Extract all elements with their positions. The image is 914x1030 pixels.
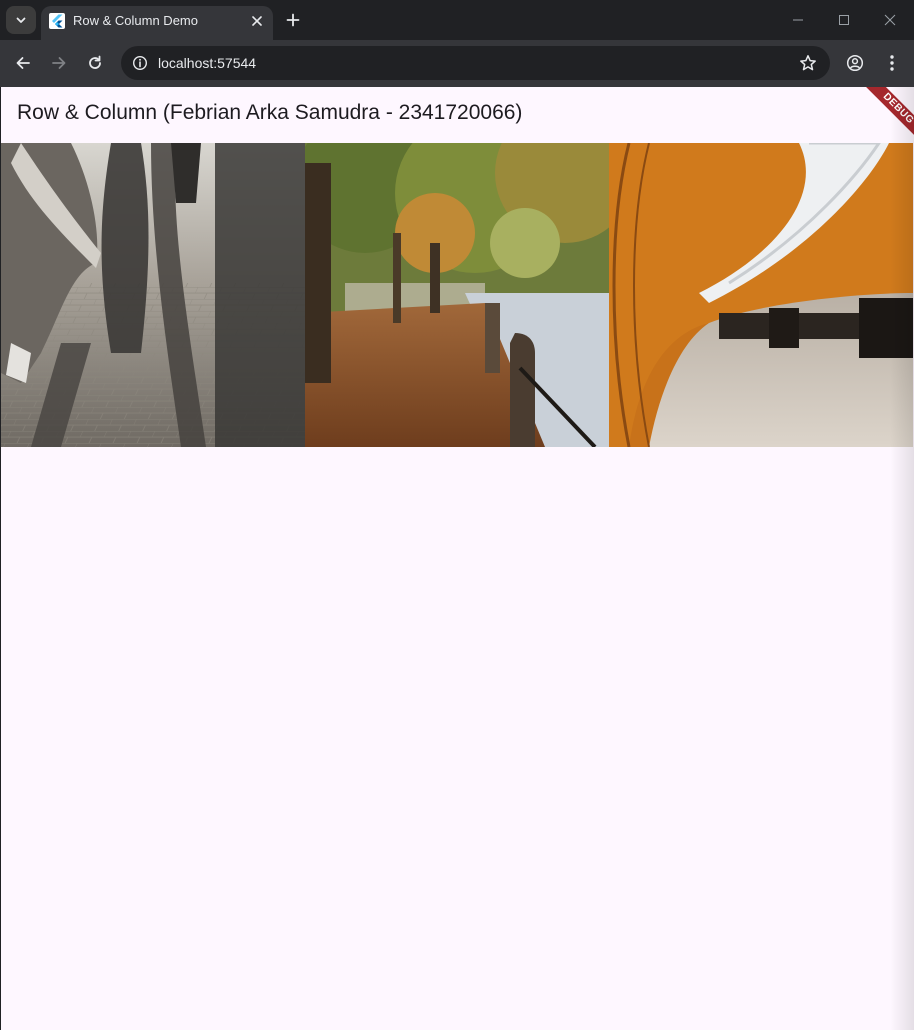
forward-button[interactable]: [45, 49, 73, 77]
tab-search-button[interactable]: [6, 6, 36, 34]
tab-close-button[interactable]: [247, 11, 267, 31]
tab-strip: Row & Column Demo: [0, 0, 914, 40]
profile-button[interactable]: [841, 49, 869, 77]
viewport-edge-shadow: [890, 87, 914, 1030]
tab-title: Row & Column Demo: [73, 13, 198, 28]
plus-icon: [286, 13, 300, 27]
site-info-button[interactable]: [129, 52, 151, 74]
browser-toolbar: localhost:57544: [0, 40, 914, 87]
reload-icon: [89, 55, 101, 69]
arrow-left-icon: [16, 57, 30, 69]
kebab-menu-icon: [890, 55, 894, 71]
flutter-icon: [49, 13, 65, 29]
maximize-button[interactable]: [824, 4, 864, 36]
close-icon: [252, 16, 262, 26]
photo-sidewalk-shadows: [1, 143, 305, 447]
arrow-right-icon: [52, 57, 66, 69]
chevron-down-icon: [16, 17, 26, 23]
photo-subway-station: [609, 143, 913, 447]
star-icon: [800, 55, 816, 71]
photo-autumn-riverside: [305, 143, 609, 447]
bookmark-button[interactable]: [798, 53, 818, 73]
menu-button[interactable]: [878, 49, 906, 77]
tab-active[interactable]: Row & Column Demo: [41, 6, 273, 40]
new-tab-button[interactable]: [281, 8, 305, 32]
image-row: [1, 143, 914, 447]
reload-button[interactable]: [81, 49, 109, 77]
maximize-icon: [839, 15, 849, 25]
info-icon: [132, 55, 148, 71]
close-icon: [884, 14, 896, 26]
address-url: localhost:57544: [158, 55, 257, 71]
app-viewport: Row & Column (Febrian Arka Samudra - 234…: [1, 87, 914, 1030]
browser-window: Row & Column Demo localhost:57544 Row & …: [0, 0, 914, 1030]
close-window-button[interactable]: [870, 4, 910, 36]
back-button[interactable]: [9, 49, 37, 77]
page-title: Row & Column (Febrian Arka Samudra - 234…: [17, 101, 523, 124]
minimize-button[interactable]: [778, 4, 818, 36]
profile-icon: [846, 54, 864, 72]
minimize-icon: [793, 19, 803, 21]
app-bar: Row & Column (Febrian Arka Samudra - 234…: [1, 87, 914, 143]
address-bar[interactable]: localhost:57544: [121, 46, 830, 80]
